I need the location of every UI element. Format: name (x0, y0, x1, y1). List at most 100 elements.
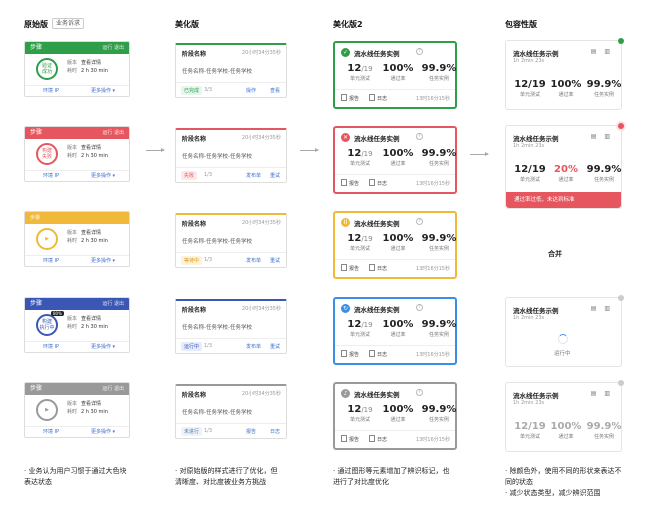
stat: 12/19 单元测试 (510, 164, 550, 184)
optimized-card: 阶段名称 20小时34分35秒 任务名称-任务学校-任务学校 未进行 1/3 报告 日志 (175, 384, 287, 439)
help-icon[interactable]: ? (416, 48, 423, 55)
status-badge: 已完成 (181, 86, 203, 95)
log-link[interactable]: 日志 (369, 94, 387, 102)
more-actions-button[interactable]: 更多操作 ▾ (77, 86, 129, 96)
card-actions[interactable]: 运行 退出 (102, 42, 124, 54)
stage-time: 20小时34分35秒 (241, 306, 281, 312)
action-link[interactable]: 发布单 (246, 257, 261, 264)
report-link[interactable]: 报告 (341, 179, 359, 187)
more-actions-button[interactable]: 更多操作 ▾ (77, 427, 129, 437)
stat-value: 12/19 (514, 79, 546, 90)
card-header: 步骤 运行 退出 (25, 42, 129, 54)
action-link[interactable]: 发布单 (246, 343, 261, 350)
meta-value[interactable]: 查看详情 (81, 316, 101, 322)
report-link[interactable]: 报告 (341, 264, 359, 272)
more-actions-button[interactable]: 更多操作 ▾ (77, 256, 129, 266)
env-ip-link[interactable]: 环境 IP (25, 342, 77, 352)
status-ring-icon: ▶ (36, 228, 58, 250)
action-link[interactable]: 日志 (270, 428, 280, 435)
stat-value: 12 (347, 63, 362, 74)
card-header: 步骤 运行 退出 (25, 298, 129, 310)
card-meta: 版本 查看详情 耗时 2 h 30 min (67, 229, 108, 245)
stat: 12/19 单元测试 (340, 404, 380, 424)
stat-value: 100% (550, 421, 582, 432)
env-ip-link[interactable]: 环境 IP (25, 86, 77, 96)
stat: 99.9% 任务实例 (419, 319, 459, 339)
card-title: 步骤 (30, 215, 41, 221)
card-actions[interactable]: 运行 退出 (102, 127, 124, 139)
running-label: 运行中 (554, 351, 571, 357)
help-icon[interactable]: ? (416, 218, 423, 225)
duration: 1h 2min 23s (513, 143, 545, 149)
help-icon[interactable]: ? (416, 304, 423, 311)
error-banner: 通过率过低，未达到标准 (506, 192, 621, 208)
report-link[interactable]: 报告 (341, 94, 359, 102)
action-link[interactable]: 操作 (246, 87, 256, 94)
more-actions-button[interactable]: 更多操作 ▾ (77, 171, 129, 181)
log-icon (369, 179, 375, 186)
stat: 99.9% 任务实例 (584, 421, 624, 441)
toolbar-icons[interactable]: ▤ ▥ (591, 305, 613, 312)
status-ring-icon: 验证 成功 (36, 58, 58, 80)
arrow-icon (300, 148, 319, 152)
meta-value: 2 h 30 min (81, 238, 108, 244)
report-icon (341, 264, 347, 271)
stat-value: 99.9% (586, 421, 622, 432)
stat-label: 任务实例 (593, 434, 614, 440)
stat-label: 任务实例 (428, 246, 449, 252)
original-card: 步骤 运行 退出 构建 执行中 80% 版本 查看详情 耗时 2 h 30 min 环境 IP 更多… (24, 297, 130, 353)
action-link[interactable]: 查看 (270, 87, 280, 94)
card-footer: 等待中 1/3 发布单 重试 (176, 252, 286, 267)
report-link[interactable]: 报告 (341, 435, 359, 443)
col-header-original: 原始版 (24, 20, 48, 29)
action-link[interactable]: 重试 (270, 172, 280, 179)
action-link[interactable]: 重试 (270, 343, 280, 350)
status-badge: 运行中 (181, 342, 203, 351)
stat-total: /19 (361, 406, 373, 414)
action-link[interactable]: 报告 (246, 428, 256, 435)
meta-value[interactable]: 查看详情 (81, 60, 101, 66)
help-icon[interactable]: ? (416, 133, 423, 140)
status-icon: II (341, 218, 350, 227)
stage-name: 阶段名称 (182, 221, 207, 228)
stat-label: 单元测试 (349, 76, 370, 82)
card-actions[interactable]: 运行 退出 (102, 298, 124, 310)
card-header: 步骤 (25, 212, 129, 224)
card-actions[interactable]: 运行 退出 (102, 383, 124, 395)
action-link[interactable]: 发布单 (246, 172, 261, 179)
stat-value: 100% (382, 404, 414, 415)
loading-spinner-icon (558, 334, 568, 344)
report-link[interactable]: 报告 (341, 350, 359, 358)
pipeline-title: 流水线任务示例 (513, 135, 559, 143)
toolbar-icons[interactable]: ▤ ▥ (591, 133, 613, 140)
env-ip-link[interactable]: 环境 IP (25, 427, 77, 437)
log-link[interactable]: 日志 (369, 264, 387, 272)
env-ip-link[interactable]: 环境 IP (25, 256, 77, 266)
help-icon[interactable]: ? (416, 389, 423, 396)
task-desc: 任务名称-任务学校-任务学校 (182, 410, 252, 416)
pipeline-title: 流水线任务示例 (513, 392, 559, 400)
progress-count: 1/3 (204, 428, 213, 434)
optimized-card: 阶段名称 20小时34分35秒 任务名称-任务学校-任务学校 失败 1/3 发布单 重试 (175, 128, 287, 183)
log-link[interactable]: 日志 (369, 350, 387, 358)
stat-value: 12/19 (514, 421, 546, 432)
toolbar-icons[interactable]: ▤ ▥ (591, 48, 613, 55)
card-footer: 未进行 1/3 报告 日志 (176, 423, 286, 438)
duration: 1h 2min 23s (513, 58, 545, 64)
stat-value: 99.9% (421, 148, 457, 159)
pipeline-card: ✓ 流水线任务实例? 12/19 单元测试 100% 通过率 99.9% 任务实例 报告 日志 13… (333, 41, 457, 109)
toolbar-icons[interactable]: ▤ ▥ (591, 390, 613, 397)
meta-value[interactable]: 查看详情 (81, 401, 101, 407)
stat-value: 100% (382, 319, 414, 330)
meta-value[interactable]: 查看详情 (81, 145, 101, 151)
elapsed-time: 13时16分15秒 (415, 437, 450, 443)
more-actions-button[interactable]: 更多操作 ▾ (77, 342, 129, 352)
env-ip-link[interactable]: 环境 IP (25, 171, 77, 181)
status-icon: ✓ (341, 48, 350, 57)
status-ring-icon: 构建 失败 (36, 143, 58, 165)
log-link[interactable]: 日志 (369, 179, 387, 187)
action-link[interactable]: 重试 (270, 257, 280, 264)
inclusive-card: 流水线任务示例 1h 2min 23s ▤ ▥ 12/19 单元测试 100% 通过率 99.… (505, 380, 624, 452)
meta-value[interactable]: 查看详情 (81, 230, 101, 236)
log-link[interactable]: 日志 (369, 435, 387, 443)
